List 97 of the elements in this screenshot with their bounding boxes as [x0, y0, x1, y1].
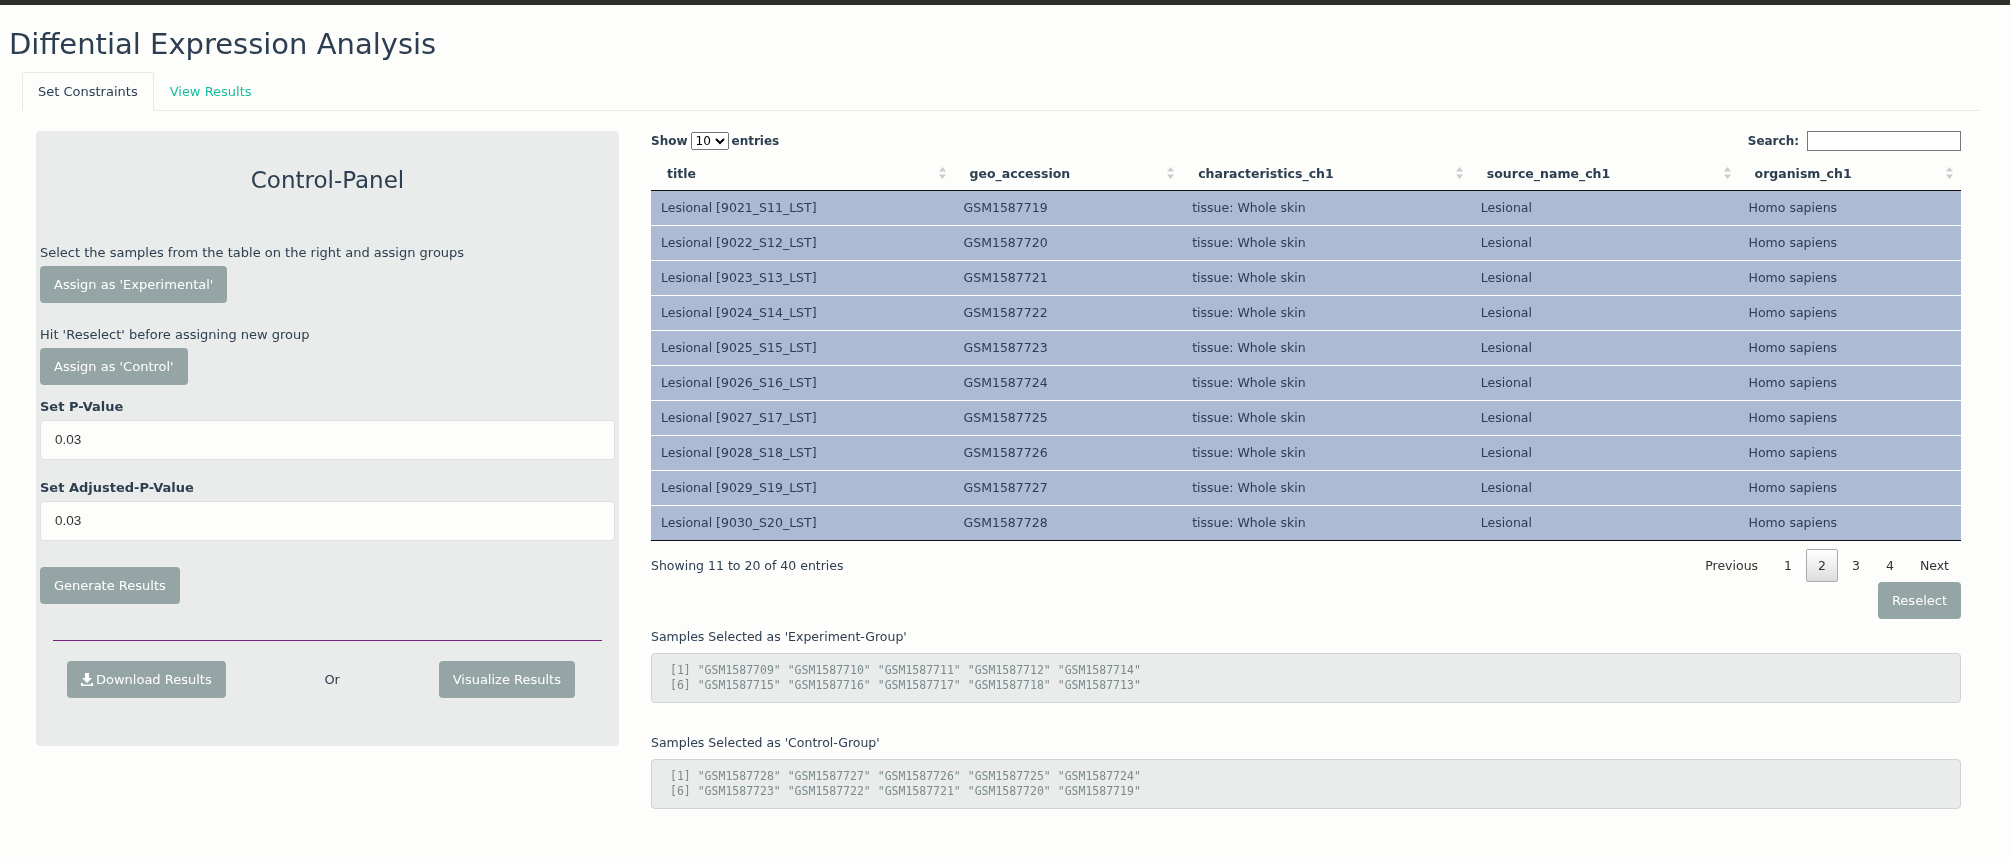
table-cell: GSM1587726 [953, 435, 1183, 471]
column-header[interactable]: geo_accession [953, 156, 1183, 191]
page-button[interactable]: Previous [1693, 548, 1771, 582]
input-field[interactable]: 0.03 [40, 419, 615, 460]
field-label: Set Adjusted-P-Value [40, 479, 195, 495]
table-cell: Homo sapiens [1738, 505, 1961, 540]
sort-icon [1946, 167, 1953, 180]
table-cell: Lesional [9030_S20_LST] [651, 505, 954, 540]
output-label: Samples Selected as 'Experiment-Group' [651, 628, 908, 644]
column-header[interactable]: title [651, 156, 954, 191]
table-cell: Homo sapiens [1738, 400, 1961, 436]
table-cell: Lesional [9028_S18_LST] [651, 435, 954, 471]
table-cell: GSM1587723 [953, 330, 1183, 366]
table-cell: GSM1587725 [953, 400, 1183, 436]
page-button[interactable]: 4 [1873, 548, 1906, 582]
table-row[interactable]: Lesional [9026_S16_LST] GSM1587724 tissue: Whole skin Lesional Homo sapiens [651, 365, 1961, 401]
table-cell: GSM1587719 [953, 190, 1183, 226]
table-row[interactable]: Lesional [9024_S14_LST] GSM1587722 tissue: Whole skin Lesional Homo sapiens [651, 295, 1961, 331]
table-cell: Homo sapiens [1738, 470, 1961, 506]
or-text: Or [324, 671, 340, 687]
table-cell: Homo sapiens [1738, 225, 1961, 261]
page-button[interactable]: 3 [1839, 548, 1872, 582]
sort-icon [938, 167, 946, 180]
table-cell: Lesional [1470, 365, 1739, 401]
table-row[interactable]: Lesional [9025_S15_LST] GSM1587723 tissue: Whole skin Lesional Homo sapiens [651, 330, 1961, 366]
table-cell: tissue: Whole skin [1182, 400, 1471, 436]
table-cell: Lesional [1470, 225, 1739, 261]
table-cell: tissue: Whole skin [1182, 435, 1471, 471]
output-block: [1] "GSM1587728" "GSM1587727" "GSM1587726" "GSM1587725" "GSM1587724" [6] "GSM1587723" "GSM1587722" "GSM1587721" "GSM1587720" "GSM1587719" [651, 758, 1961, 809]
output-block: [1] "GSM1587709" "GSM1587710" "GSM1587711" "GSM1587712" "GSM1587714" [6] "GSM1587715" "GSM1587716" "GSM1587717" "GSM1587718" "GSM1587713" [651, 652, 1961, 703]
table-cell: Lesional [1470, 260, 1739, 296]
table-cell: GSM1587724 [953, 365, 1183, 401]
table-cell: Lesional [9025_S15_LST] [651, 330, 954, 366]
table-cell: Lesional [9024_S14_LST] [651, 295, 954, 331]
table-cell: Homo sapiens [1738, 435, 1961, 471]
table-cell: Lesional [1470, 470, 1739, 506]
table-cell: tissue: Whole skin [1182, 470, 1471, 506]
table-cell: Lesional [1470, 400, 1739, 436]
table-cell: tissue: Whole skin [1182, 225, 1471, 261]
sort-icon [1167, 167, 1175, 180]
table-cell: Lesional [1470, 295, 1739, 331]
table-cell: Lesional [1470, 505, 1739, 540]
table-cell: Homo sapiens [1738, 190, 1961, 226]
output-label: Samples Selected as 'Control-Group' [651, 734, 881, 750]
table-cell: Lesional [9022_S12_LST] [651, 225, 954, 261]
table-cell: tissue: Whole skin [1182, 505, 1471, 540]
table-cell: GSM1587727 [953, 470, 1183, 506]
table-row[interactable]: Lesional [9023_S13_LST] GSM1587721 tissue: Whole skin Lesional Homo sapiens [651, 260, 1961, 296]
page-button[interactable]: 2 [1806, 548, 1838, 582]
tab[interactable]: Set Constraints [22, 71, 154, 111]
table-cell: Lesional [1470, 435, 1739, 471]
search-field[interactable] [1807, 130, 1961, 151]
table-cell: tissue: Whole skin [1182, 365, 1471, 401]
page-size-select[interactable]: 10 [690, 131, 729, 150]
table-cell: Homo sapiens [1738, 260, 1961, 296]
entries-info: Showing 11 to 20 of 40 entries [651, 557, 844, 573]
page-button[interactable]: 1 [1772, 548, 1804, 582]
table-cell: tissue: Whole skin [1182, 330, 1471, 366]
page-title: Diffential Expression Analysis [9, 27, 438, 62]
input-field[interactable]: 0.03 [40, 500, 615, 541]
column-header[interactable]: organism_ch1 [1738, 156, 1961, 191]
field-label: Set P-Value [40, 398, 125, 414]
show-label: Show [651, 133, 688, 148]
table-row[interactable]: Lesional [9021_S11_LST] GSM1587719 tissue: Whole skin Lesional Homo sapiens [651, 190, 1961, 226]
table-row[interactable]: Lesional [9030_S20_LST] GSM1587728 tissue: Whole skin Lesional Homo sapiens [651, 505, 1961, 540]
table-cell: tissue: Whole skin [1182, 260, 1471, 296]
table-row[interactable]: Lesional [9029_S19_LST] GSM1587727 tissue: Whole skin Lesional Homo sapiens [651, 470, 1961, 506]
table-cell: Homo sapiens [1738, 330, 1961, 366]
table-row[interactable]: Lesional [9027_S17_LST] GSM1587725 tissue: Whole skin Lesional Homo sapiens [651, 400, 1961, 436]
table-cell: Homo sapiens [1738, 365, 1961, 401]
table-cell: Lesional [9021_S11_LST] [651, 190, 954, 226]
table-cell: Lesional [9023_S13_LST] [651, 260, 954, 296]
entries-label: entries [731, 133, 780, 148]
sort-icon [1455, 167, 1463, 180]
table-cell: GSM1587721 [953, 260, 1183, 296]
page-button[interactable]: Next [1907, 548, 1961, 582]
instruction-text: Hit 'Reselect' before assigning new group [40, 326, 311, 342]
table-cell: GSM1587720 [953, 225, 1183, 261]
search-label: Search: [1747, 133, 1799, 148]
table-cell: Lesional [1470, 330, 1739, 366]
table-cell: Lesional [9027_S17_LST] [651, 400, 954, 436]
table-cell: GSM1587722 [953, 295, 1183, 331]
table-cell: Lesional [9026_S16_LST] [651, 365, 954, 401]
sort-icon [1723, 167, 1731, 180]
table-cell: GSM1587728 [953, 505, 1183, 540]
table-cell: tissue: Whole skin [1182, 190, 1471, 226]
table-cell: Lesional [1470, 190, 1739, 226]
download-icon [81, 672, 93, 686]
table-cell: Homo sapiens [1738, 295, 1961, 331]
table-cell: tissue: Whole skin [1182, 295, 1471, 331]
table-row[interactable]: Lesional [9022_S12_LST] GSM1587720 tissue: Whole skin Lesional Homo sapiens [651, 225, 1961, 261]
panel-heading: Control-Panel [249, 166, 406, 193]
table-row[interactable]: Lesional [9028_S18_LST] GSM1587726 tissue: Whole skin Lesional Homo sapiens [651, 435, 1961, 471]
column-header[interactable]: source_name_ch1 [1470, 156, 1739, 191]
column-header[interactable]: characteristics_ch1 [1182, 156, 1471, 191]
instruction-text: Select the samples from the table on the right and assign groups [40, 244, 466, 260]
table-cell: Lesional [9029_S19_LST] [651, 470, 954, 506]
